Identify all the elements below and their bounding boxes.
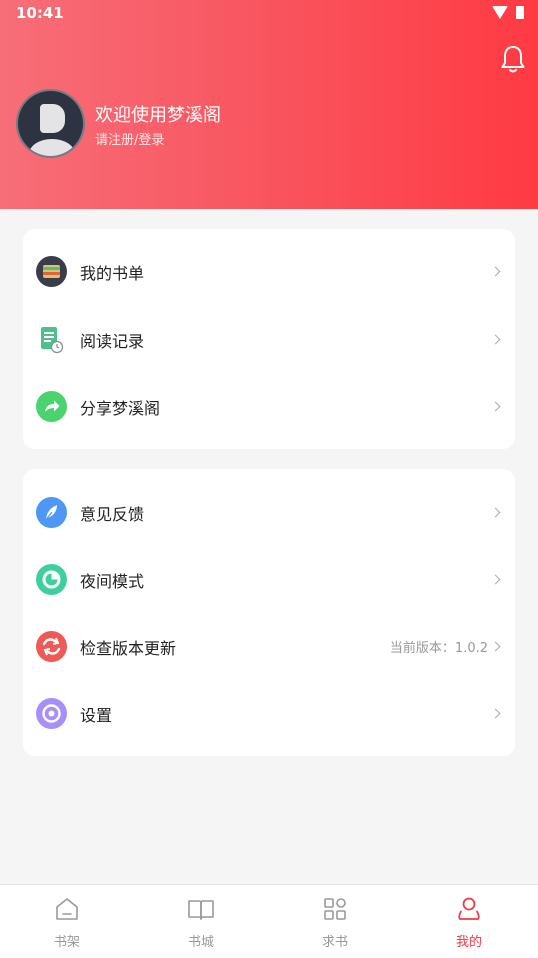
menu-item-label: 检查版本更新 <box>80 638 177 658</box>
tab-request-book[interactable]: 求书 <box>268 885 402 958</box>
menu-item-night-mode[interactable]: 夜间模式 <box>23 546 515 613</box>
tab-bookshelf[interactable]: 书架 <box>0 885 134 958</box>
request-book-icon <box>324 898 346 920</box>
menu-item-book-list[interactable]: 我的书单 <box>23 238 515 305</box>
status-icons <box>492 6 524 19</box>
tab-bookstore[interactable]: 书城 <box>134 885 268 958</box>
menu-item-label: 设置 <box>80 705 113 725</box>
menu-item-label: 我的书单 <box>80 263 145 283</box>
current-version: 当前版本：1.0.2 <box>389 641 488 656</box>
status-time: 10:41 <box>16 4 64 22</box>
menu-card-secondary: 意见反馈 夜间模式 检查版本更新 当前版本：1.0.2 设置 <box>23 469 515 756</box>
feedback-icon <box>36 497 67 528</box>
chevron-right-icon <box>490 641 501 652</box>
welcome-title[interactable]: 欢迎使用梦溪阁 <box>95 101 221 127</box>
chevron-right-icon <box>490 708 501 719</box>
chevron-right-icon <box>490 266 501 277</box>
settings-icon <box>36 698 67 729</box>
wifi-icon <box>492 6 508 19</box>
avatar-body <box>29 139 75 156</box>
tab-label: 我的 <box>455 935 482 950</box>
menu-item-settings[interactable]: 设置 <box>23 680 515 747</box>
reading-record-icon <box>41 327 64 354</box>
menu-item-label: 意见反馈 <box>80 504 145 524</box>
bell-icon[interactable] <box>500 44 526 74</box>
profile-header: 10:41 欢迎使用梦溪阁 请注册/登录 <box>0 0 538 209</box>
bookstore-icon <box>188 900 214 920</box>
book-list-icon <box>36 256 67 287</box>
battery-icon <box>516 6 524 19</box>
menu-card-primary: 我的书单 阅读记录 分享梦溪阁 <box>23 229 515 449</box>
tab-label: 书架 <box>53 935 80 950</box>
menu-item-reading-record[interactable]: 阅读记录 <box>23 306 515 373</box>
menu-item-label: 阅读记录 <box>80 331 145 351</box>
update-icon <box>36 631 67 662</box>
menu-item-label: 分享梦溪阁 <box>80 398 161 418</box>
menu-item-share[interactable]: 分享梦溪阁 <box>23 373 515 440</box>
bookshelf-icon <box>56 898 78 920</box>
menu-item-label: 夜间模式 <box>80 571 145 591</box>
avatar[interactable] <box>16 89 85 158</box>
chevron-right-icon <box>490 507 501 518</box>
menu-item-check-update[interactable]: 检查版本更新 当前版本：1.0.2 <box>23 613 515 680</box>
profile-icon <box>458 897 480 920</box>
tab-label: 书城 <box>187 935 214 950</box>
night-mode-icon <box>36 564 67 595</box>
chevron-right-icon <box>490 401 501 412</box>
tab-label: 求书 <box>321 935 348 950</box>
menu-item-feedback[interactable]: 意见反馈 <box>23 479 515 546</box>
status-bar: 10:41 <box>0 0 538 28</box>
avatar-head <box>40 104 65 133</box>
bottom-tab-bar: 书架 书城 求书 我的 <box>0 884 538 958</box>
chevron-right-icon <box>490 574 501 585</box>
chevron-right-icon <box>490 334 501 345</box>
tab-profile[interactable]: 我的 <box>402 885 536 958</box>
login-prompt[interactable]: 请注册/登录 <box>95 129 164 148</box>
share-icon <box>36 391 67 422</box>
